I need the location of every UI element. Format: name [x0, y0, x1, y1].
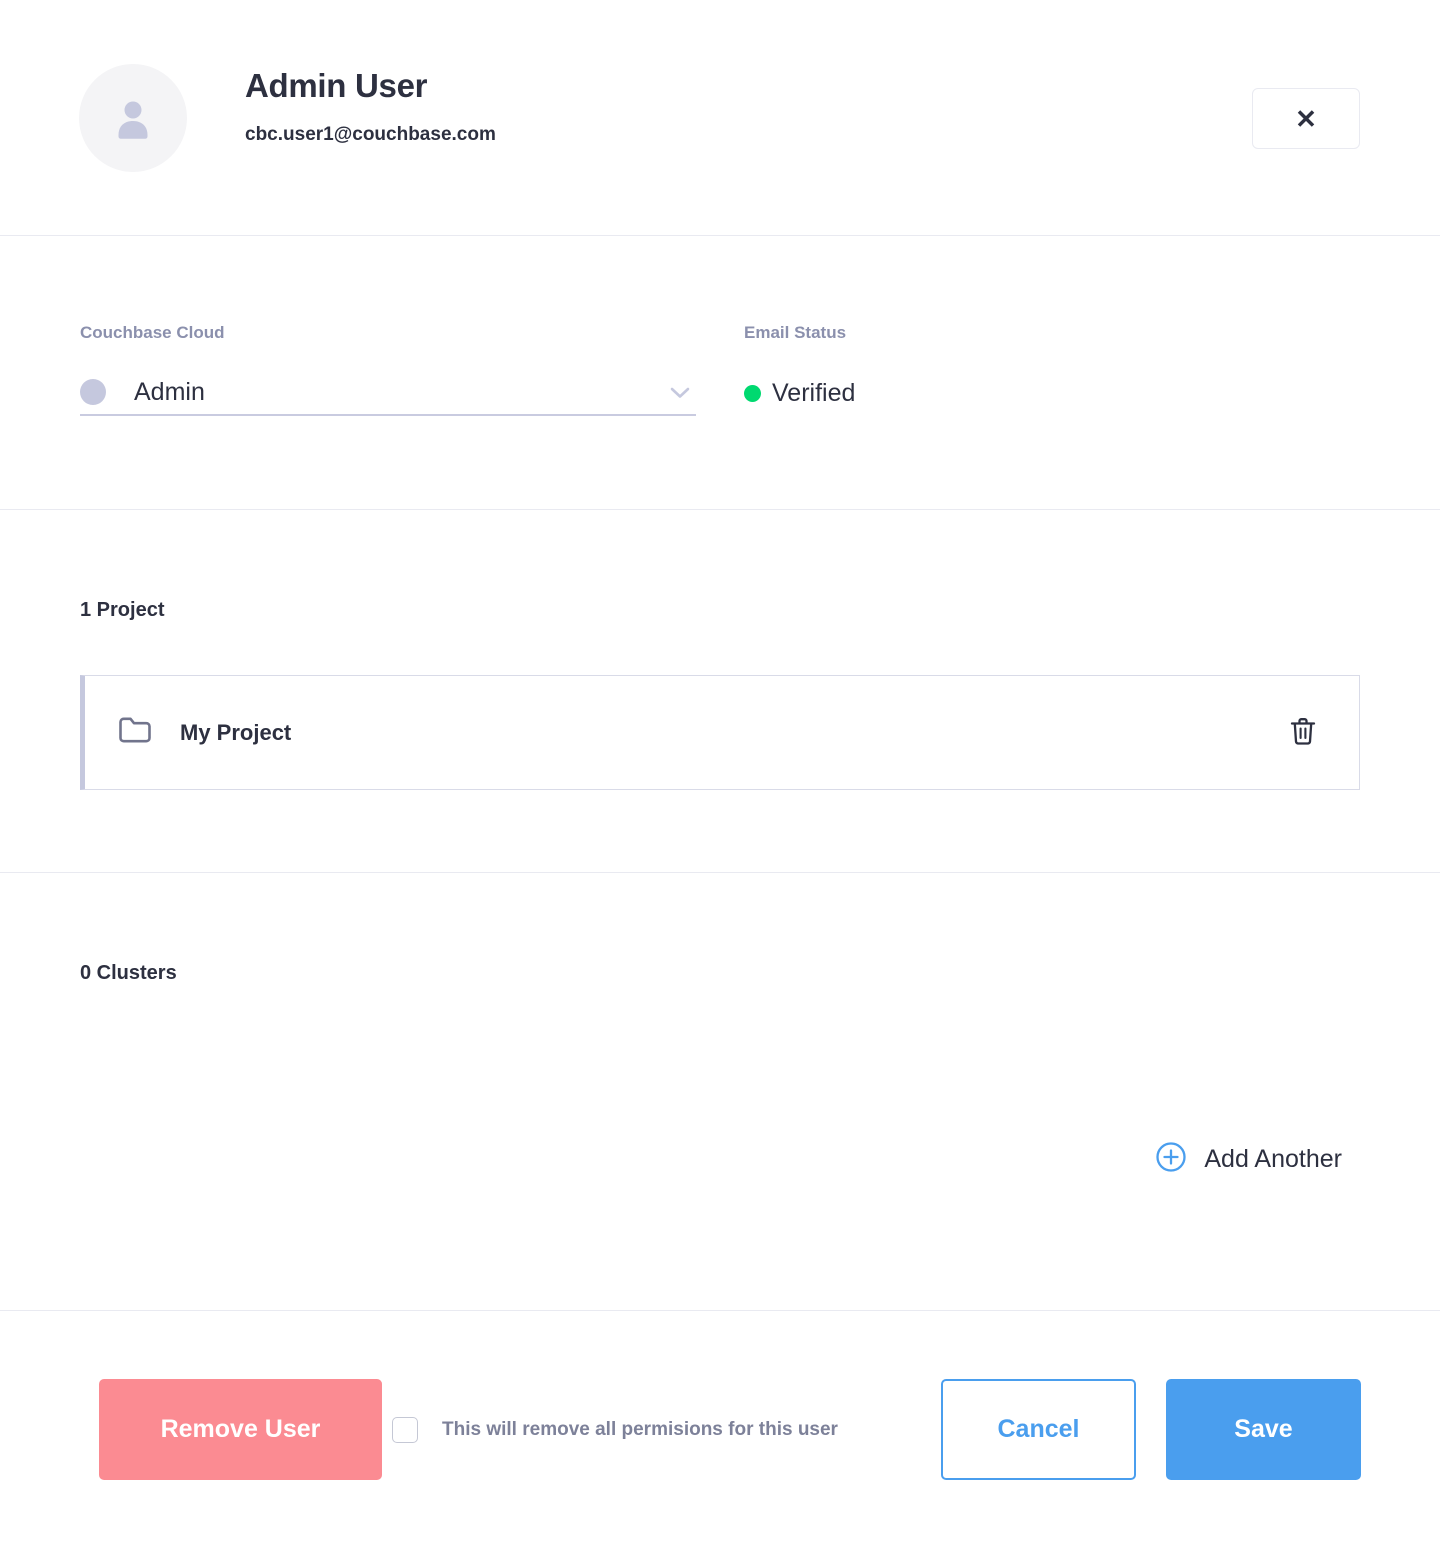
email-status-field: Email Status Verified — [744, 322, 855, 416]
status-badge: Verified — [744, 370, 855, 416]
panel-header: Admin User cbc.user1@couchbase.com ✕ — [0, 0, 1440, 236]
couchbase-cloud-role-field: Couchbase Cloud Admin — [80, 322, 696, 416]
role-status-section: Couchbase Cloud Admin Email Status Verif… — [0, 236, 1440, 510]
remove-permissions-label: This will remove all permisions for this… — [442, 1418, 838, 1440]
email-status-label: Email Status — [744, 323, 847, 342]
role-select[interactable]: Admin — [80, 370, 696, 416]
chevron-down-icon — [670, 386, 690, 398]
close-icon: ✕ — [1295, 103, 1317, 134]
panel-footer: Remove User This will remove all permisi… — [0, 1311, 1440, 1548]
person-avatar-icon — [108, 93, 158, 143]
avatar — [79, 64, 187, 172]
page-title: Admin User — [245, 67, 428, 104]
user-detail-panel: Admin User cbc.user1@couchbase.com ✕ Cou… — [0, 0, 1440, 1548]
cancel-button[interactable]: Cancel — [941, 1379, 1136, 1480]
projects-count-title: 1 Project — [80, 599, 165, 621]
email-status-value: Verified — [772, 379, 856, 407]
user-identity: Admin User cbc.user1@couchbase.com — [245, 64, 496, 148]
folder-icon — [118, 716, 152, 749]
project-name: My Project — [180, 719, 292, 745]
projects-section: 1 Project My Project — [0, 510, 1440, 873]
trash-icon — [1289, 716, 1317, 749]
list-item[interactable]: My Project — [80, 675, 1360, 790]
delete-project-button[interactable] — [1289, 716, 1317, 749]
save-button[interactable]: Save — [1166, 1379, 1361, 1480]
remove-confirmation: This will remove all permisions for this… — [392, 1416, 838, 1443]
plus-circle-icon — [1155, 1141, 1187, 1176]
couchbase-cloud-label: Couchbase Cloud — [80, 323, 225, 342]
close-button[interactable]: ✕ — [1252, 88, 1360, 149]
clusters-section: 0 Clusters Add Another — [0, 873, 1440, 1311]
role-color-dot — [80, 379, 106, 405]
project-info: My Project — [118, 716, 291, 749]
add-another-button[interactable]: Add Another — [1155, 1141, 1342, 1176]
add-another-label: Add Another — [1204, 1144, 1342, 1173]
role-select-value: Admin — [134, 378, 205, 406]
status-dot-icon — [744, 384, 761, 402]
remove-permissions-checkbox[interactable] — [392, 1416, 418, 1443]
clusters-count-title: 0 Clusters — [80, 962, 177, 984]
remove-user-button[interactable]: Remove User — [99, 1379, 382, 1480]
user-email: cbc.user1@couchbase.com — [245, 124, 496, 145]
